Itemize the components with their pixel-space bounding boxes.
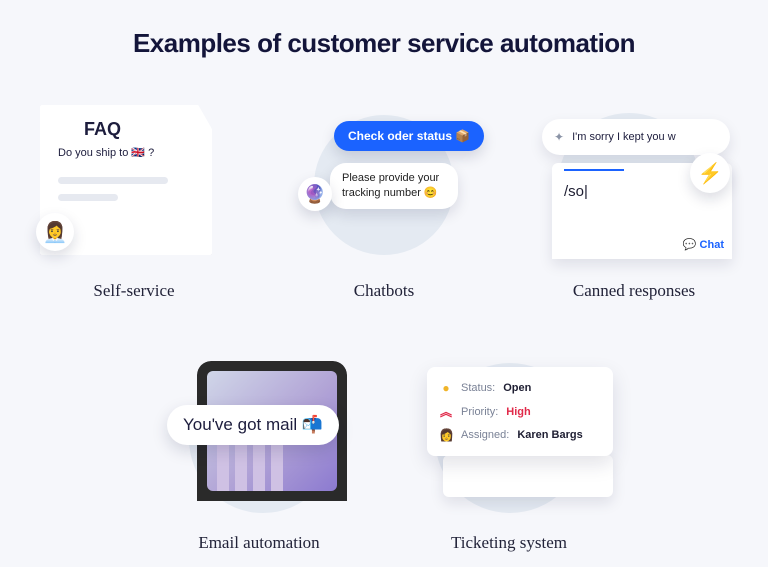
tile-label: Email automation xyxy=(198,533,319,553)
suggestion-text: I'm sorry I kept you w xyxy=(572,131,676,143)
ticket-card: ● Status: Open ︽ Priority: High 👩 Assign… xyxy=(427,367,613,456)
active-underline xyxy=(564,169,624,171)
priority-value: High xyxy=(506,406,530,418)
assigned-label: Assigned: xyxy=(461,429,509,441)
status-dot-icon: ● xyxy=(439,381,453,395)
assignee-avatar-icon: 👩 xyxy=(439,428,453,442)
tile-self-service: FAQ Do you ship to 🇬🇧 ? 👩‍💼 Self-service xyxy=(44,109,224,301)
tile-label: Canned responses xyxy=(573,281,695,301)
user-chat-bubble: Check oder status 📦 xyxy=(334,121,484,151)
mail-notification: You've got mail 📬 xyxy=(167,405,339,445)
status-value: Open xyxy=(503,382,531,394)
priority-icon: ︽ xyxy=(439,403,453,420)
bot-chat-bubble: Please provide your tracking number 😊 xyxy=(330,163,458,209)
suggestion-tab: ✦ I'm sorry I kept you w xyxy=(542,119,730,155)
ticket-assigned-row: 👩 Assigned: Karen Bargs xyxy=(439,424,599,446)
status-label: Status: xyxy=(461,382,495,394)
tile-ticketing-system: ● Status: Open ︽ Priority: High 👩 Assign… xyxy=(419,361,599,553)
faq-heading: FAQ xyxy=(84,119,194,140)
tile-canned-responses: ✦ I'm sorry I kept you w /so| Chat ⚡ Can… xyxy=(544,109,724,301)
user-avatar-icon: 👩‍💼 xyxy=(36,213,74,251)
tile-email-automation: You've got mail 📬 Email automation xyxy=(169,361,349,553)
faq-question: Do you ship to 🇬🇧 ? xyxy=(58,146,194,159)
ticket-status-row: ● Status: Open xyxy=(439,377,599,399)
ticket-priority-row: ︽ Priority: High xyxy=(439,399,599,424)
placeholder-line xyxy=(58,194,118,201)
tiles-grid: FAQ Do you ship to 🇬🇧 ? 👩‍💼 Self-service… xyxy=(0,59,768,553)
ticket-card-back xyxy=(443,455,613,497)
tile-chatbots: Check oder status 📦 Please provide your … xyxy=(294,109,474,301)
bot-avatar-icon: 🔮 xyxy=(298,177,332,211)
chat-label: Chat xyxy=(683,238,724,251)
priority-label: Priority: xyxy=(461,406,498,418)
sparkle-icon: ✦ xyxy=(554,130,564,144)
page-title: Examples of customer service automation xyxy=(0,0,768,59)
tile-label: Self-service xyxy=(93,281,174,301)
lightning-icon: ⚡ xyxy=(690,153,730,193)
placeholder-line xyxy=(58,177,168,184)
tile-label: Ticketing system xyxy=(451,533,567,553)
assigned-value: Karen Bargs xyxy=(517,429,582,441)
tile-label: Chatbots xyxy=(354,281,414,301)
